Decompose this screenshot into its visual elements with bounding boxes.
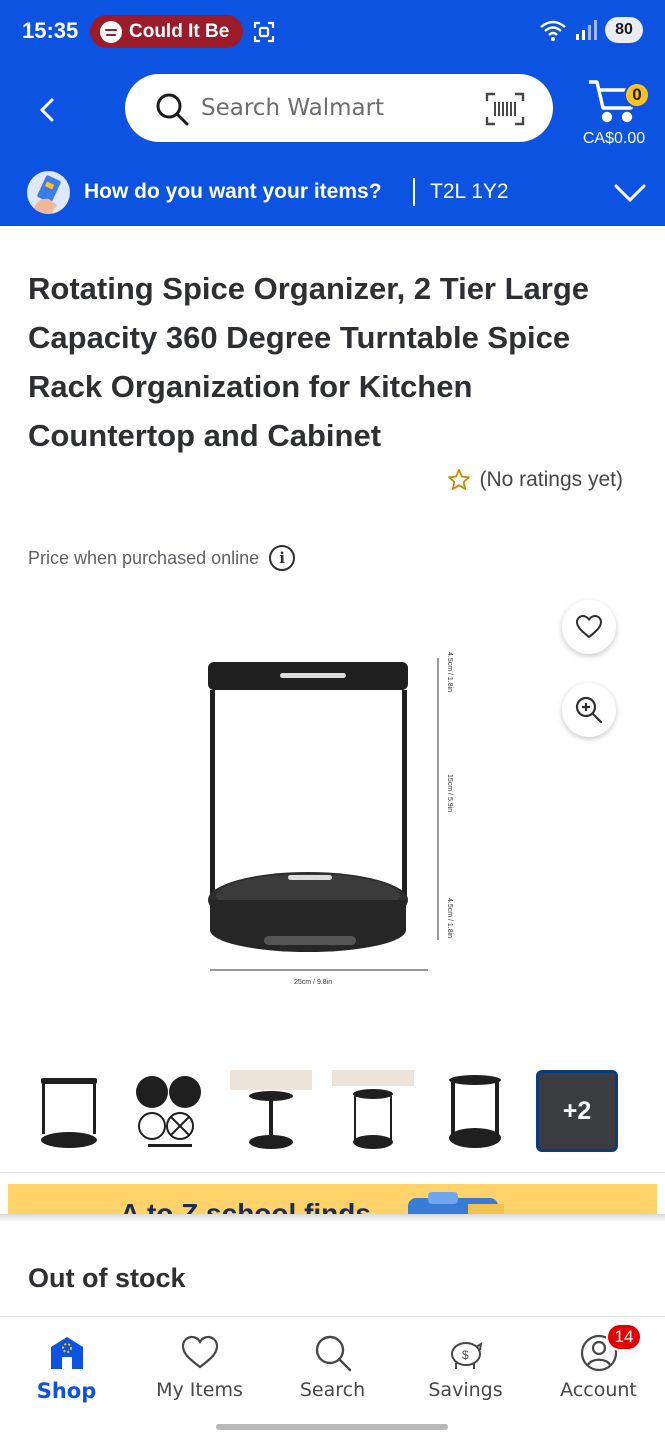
- screen-capture-icon: [253, 21, 275, 43]
- nav-my-items[interactable]: My Items: [133, 1317, 266, 1417]
- status-bar: 15:35 Could It Be 80: [0, 0, 665, 62]
- thumbnail-4[interactable]: [332, 1070, 414, 1152]
- barcode-scanner-icon[interactable]: [485, 92, 525, 126]
- heart-icon: [181, 1335, 219, 1369]
- bottom-navigation: Shop My Items Search $ Savings 14 Accoun…: [0, 1316, 665, 1440]
- app-header: 15:35 Could It Be 80 Search Walmart 0 CA…: [0, 0, 665, 226]
- favorite-button[interactable]: [562, 600, 616, 654]
- info-icon[interactable]: i: [269, 545, 296, 571]
- stock-status: Out of stock: [28, 1263, 186, 1293]
- status-time: 15:35: [22, 18, 79, 43]
- nav-account[interactable]: 14 Account: [532, 1317, 665, 1417]
- school-supplies-art: [408, 1192, 504, 1216]
- promo-edge-shadow: [0, 1214, 665, 1222]
- nav-search[interactable]: Search: [266, 1317, 399, 1417]
- svg-text:$: $: [462, 1348, 469, 1362]
- promo-banner[interactable]: A to Z school finds: [8, 1184, 657, 1216]
- status-icons: 80: [539, 17, 643, 43]
- dim-bottom-label: 4.5cm / 1.8in: [446, 898, 453, 938]
- nav-shop[interactable]: Shop: [0, 1317, 133, 1417]
- nav-savings-label: Savings: [428, 1379, 503, 1401]
- dim-middle-label: 15cm / 5.9in: [446, 774, 453, 812]
- section-divider: [0, 1172, 665, 1173]
- search-icon: [315, 1335, 352, 1372]
- thumbnail-5[interactable]: [434, 1070, 516, 1152]
- price-note-text: Price when purchased online: [28, 547, 260, 568]
- back-arrow-icon[interactable]: [30, 92, 66, 128]
- home-indicator[interactable]: [216, 1424, 448, 1430]
- dim-top-label: 4.5cm / 1.8in: [446, 652, 453, 692]
- media-track-title: Could It Be: [129, 20, 230, 42]
- thumbnail-1[interactable]: [28, 1070, 110, 1152]
- search-icon: [156, 93, 189, 126]
- fulfillment-selector[interactable]: How do you want your items? T2L 1Y2: [0, 160, 665, 226]
- chevron-down-icon[interactable]: [612, 178, 648, 208]
- delivery-question: How do you want your items?: [84, 180, 382, 203]
- delivery-illustration-icon: [27, 171, 70, 214]
- spotify-icon: [100, 20, 122, 43]
- heart-outline-icon: [576, 615, 602, 639]
- thumbnail-strip: +2: [0, 1066, 665, 1158]
- nav-savings[interactable]: $ Savings: [399, 1317, 532, 1417]
- thumbnail-3[interactable]: [230, 1070, 312, 1152]
- zoom-in-icon: [575, 696, 603, 724]
- more-images-thumbnail[interactable]: +2: [536, 1070, 618, 1152]
- dim-width-label: 25cm / 9.8in: [294, 979, 332, 986]
- nav-shop-label: Shop: [36, 1379, 97, 1403]
- shop-icon: [51, 1337, 83, 1369]
- search-input[interactable]: [201, 90, 471, 126]
- piggy-bank-icon: $: [451, 1342, 483, 1369]
- wifi-icon: [540, 20, 566, 41]
- nav-account-label: Account: [560, 1379, 637, 1401]
- product-title: Rotating Spice Organizer, 2 Tier Large C…: [28, 271, 590, 453]
- delivery-separator: [413, 178, 415, 206]
- cart-count-badge: 0: [624, 82, 650, 108]
- star-outline-icon: [448, 469, 471, 490]
- media-playing-pill[interactable]: Could It Be: [90, 15, 244, 48]
- product-image[interactable]: 4.5cm / 1.8in 15cm / 5.9in 4.5cm / 1.8in…: [190, 640, 480, 990]
- battery-indicator: 80: [605, 17, 643, 43]
- search-bar[interactable]: [125, 74, 553, 142]
- cart-button[interactable]: 0 CA$0.00: [578, 78, 650, 150]
- price-note: Price when purchased online i: [28, 545, 296, 571]
- nav-my-items-label: My Items: [156, 1379, 243, 1401]
- ratings-summary[interactable]: (No ratings yet): [447, 468, 623, 492]
- signal-icon: [576, 20, 597, 40]
- ratings-text: (No ratings yet): [479, 468, 623, 491]
- account-notification-badge: 14: [606, 1323, 642, 1351]
- cart-total: CA$0.00: [582, 130, 646, 147]
- zoom-button[interactable]: [562, 683, 616, 737]
- thumbnail-2[interactable]: [128, 1070, 210, 1152]
- postal-code: T2L 1Y2: [430, 180, 509, 203]
- nav-search-label: Search: [299, 1379, 366, 1401]
